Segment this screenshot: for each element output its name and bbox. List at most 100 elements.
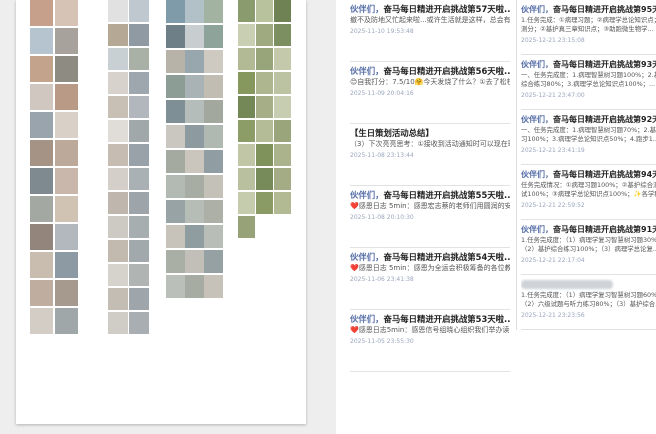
- collage-c-thumbnail[interactable]: [204, 250, 223, 273]
- collage-b-thumbnail[interactable]: [108, 240, 128, 262]
- collage-d-thumbnail[interactable]: [256, 168, 273, 190]
- collage-d-thumbnail[interactable]: [256, 144, 273, 166]
- collage-a-thumbnail[interactable]: [55, 252, 78, 278]
- collage-b-thumbnail[interactable]: [129, 96, 149, 118]
- collage-b-thumbnail[interactable]: [108, 48, 128, 70]
- post-title[interactable]: 伙伴们，奋马每日精进开启挑战第57天啦...: [350, 3, 510, 15]
- post-title[interactable]: 伙伴们，奋马每日精进开启挑战第53天啦...: [350, 313, 510, 325]
- collage-a-thumbnail[interactable]: [55, 308, 78, 334]
- feed-post[interactable]: 1.任务完成度：（1）病理学复习智慧树习题60%； （2）六级试题与听力练习80%…: [521, 275, 656, 330]
- collage-d-thumbnail[interactable]: [274, 72, 291, 94]
- collage-a-thumbnail[interactable]: [30, 112, 53, 138]
- collage-b-thumbnail[interactable]: [129, 240, 149, 262]
- collage-b-thumbnail[interactable]: [129, 192, 149, 214]
- feed-post[interactable]: 伙伴们，奋马每日精进开启挑战第54天啦... ❤️感恩日志 5min：感恩为全运会…: [350, 248, 510, 310]
- collage-c-thumbnail[interactable]: [185, 175, 204, 198]
- collage-b-thumbnail[interactable]: [108, 24, 128, 46]
- collage-d-thumbnail[interactable]: [238, 96, 255, 118]
- collage-c-thumbnail[interactable]: [166, 250, 185, 273]
- collage-c-thumbnail[interactable]: [185, 150, 204, 173]
- collage-b-thumbnail[interactable]: [108, 168, 128, 190]
- collage-d-thumbnail[interactable]: [238, 24, 255, 46]
- collage-b-thumbnail[interactable]: [129, 48, 149, 70]
- collage-c-thumbnail[interactable]: [166, 125, 185, 148]
- post-title[interactable]: [521, 279, 656, 291]
- collage-c-thumbnail[interactable]: [204, 75, 223, 98]
- collage-b-thumbnail[interactable]: [108, 96, 128, 118]
- collage-d-thumbnail[interactable]: [274, 48, 291, 70]
- collage-a-thumbnail[interactable]: [30, 280, 53, 306]
- collage-d-thumbnail[interactable]: [238, 192, 255, 214]
- collage-b-thumbnail[interactable]: [129, 312, 149, 334]
- collage-d-thumbnail[interactable]: [274, 192, 291, 214]
- collage-d-thumbnail[interactable]: [256, 72, 273, 94]
- feed-post[interactable]: 伙伴们，奋马每日精进开启挑战第91天啦...1.任务完成度：（1）病理学复习智慧…: [521, 220, 656, 275]
- collage-c-thumbnail[interactable]: [204, 225, 223, 248]
- collage-b-thumbnail[interactable]: [108, 0, 128, 22]
- collage-c-thumbnail[interactable]: [185, 275, 204, 298]
- feed-post[interactable]: 伙伴们，奋马每日精进开启挑战第92天啦...一、任务完成度：1.病理智慧树习题7…: [521, 110, 656, 165]
- collage-a-thumbnail[interactable]: [30, 140, 53, 166]
- collage-c-thumbnail[interactable]: [166, 50, 185, 73]
- feed-post[interactable]: 伙伴们，奋马每日精进开启挑战第93天啦...一、任务完成度：1.病理智慧树习题1…: [521, 55, 656, 110]
- feed-post[interactable]: 伙伴们，奋马每日精进开启挑战第53天啦... ❤️感恩日志5min：感恩信号组晓心…: [350, 310, 510, 372]
- collage-c-thumbnail[interactable]: [166, 200, 185, 223]
- post-title[interactable]: 伙伴们，奋马每日精进开启挑战第56天啦...: [350, 65, 510, 77]
- collage-d-thumbnail[interactable]: [238, 216, 255, 238]
- post-title[interactable]: 伙伴们，奋马每日精进开启挑战第94天啦...: [521, 169, 656, 181]
- collage-a-thumbnail[interactable]: [55, 140, 78, 166]
- collage-a-thumbnail[interactable]: [30, 168, 53, 194]
- feed-post[interactable]: 伙伴们，奋马每日精进开启挑战第57天啦... 撤不及防地又忙起来啦...或许生活就…: [350, 0, 510, 62]
- feed-post[interactable]: 伙伴们，奋马每日精进开启挑战第95天啦...1.任务完成：①病理习题；②病理学总…: [521, 0, 656, 55]
- collage-b-thumbnail[interactable]: [129, 288, 149, 310]
- collage-c-thumbnail[interactable]: [166, 150, 185, 173]
- collage-b-thumbnail[interactable]: [108, 144, 128, 166]
- collage-a-thumbnail[interactable]: [55, 224, 78, 250]
- collage-a-thumbnail[interactable]: [55, 196, 78, 222]
- collage-d-thumbnail[interactable]: [274, 168, 291, 190]
- collage-b-thumbnail[interactable]: [129, 120, 149, 142]
- post-title[interactable]: 伙伴们，奋马每日精进开启挑战第95天啦...: [521, 4, 656, 16]
- collage-d-thumbnail[interactable]: [238, 120, 255, 142]
- collage-c-thumbnail[interactable]: [204, 275, 223, 298]
- collage-c-thumbnail[interactable]: [204, 0, 223, 23]
- collage-c-thumbnail[interactable]: [185, 125, 204, 148]
- collage-a-thumbnail[interactable]: [55, 28, 78, 54]
- collage-d-thumbnail[interactable]: [274, 96, 291, 118]
- collage-c-thumbnail[interactable]: [166, 100, 185, 123]
- post-title[interactable]: 伙伴们，奋马每日精进开启挑战第93天啦...: [521, 59, 656, 71]
- collage-b-thumbnail[interactable]: [108, 288, 128, 310]
- collage-a-thumbnail[interactable]: [30, 28, 53, 54]
- collage-c-thumbnail[interactable]: [185, 50, 204, 73]
- collage-a-thumbnail[interactable]: [30, 0, 53, 26]
- collage-d-thumbnail[interactable]: [274, 144, 291, 166]
- collage-d-thumbnail[interactable]: [238, 168, 255, 190]
- post-title[interactable]: 【生日策划活动总结】: [350, 127, 510, 139]
- collage-a-thumbnail[interactable]: [30, 56, 53, 82]
- message-feed[interactable]: 伙伴们，奋马每日精进开启挑战第57天啦... 撤不及防地又忙起来啦...或许生活就…: [336, 0, 656, 434]
- collage-b-thumbnail[interactable]: [108, 120, 128, 142]
- collage-c-thumbnail[interactable]: [185, 250, 204, 273]
- collage-b-thumbnail[interactable]: [129, 0, 149, 22]
- collage-c-thumbnail[interactable]: [204, 200, 223, 223]
- feed-post[interactable]: 伙伴们，奋马每日精进开启挑战第55天啦... ❤️感恩日志 5min：感恩宏志蔡的…: [350, 186, 510, 248]
- collage-c-thumbnail[interactable]: [185, 25, 204, 48]
- collage-a-thumbnail[interactable]: [30, 308, 53, 334]
- collage-c-thumbnail[interactable]: [185, 100, 204, 123]
- collage-c-thumbnail[interactable]: [166, 25, 185, 48]
- collage-a-thumbnail[interactable]: [55, 112, 78, 138]
- collage-d-thumbnail[interactable]: [256, 48, 273, 70]
- collage-c-thumbnail[interactable]: [204, 25, 223, 48]
- collage-b-thumbnail[interactable]: [129, 216, 149, 238]
- collage-a-thumbnail[interactable]: [30, 224, 53, 250]
- collage-d-thumbnail[interactable]: [238, 0, 255, 22]
- feed-column-right[interactable]: 伙伴们，奋马每日精进开启挑战第95天啦...1.任务完成：①病理习题；②病理学总…: [516, 0, 656, 330]
- collage-d-thumbnail[interactable]: [256, 192, 273, 214]
- collage-d-thumbnail[interactable]: [256, 24, 273, 46]
- collage-a-thumbnail[interactable]: [30, 196, 53, 222]
- collage-c-thumbnail[interactable]: [204, 50, 223, 73]
- collage-b-thumbnail[interactable]: [129, 144, 149, 166]
- collage-d-thumbnail[interactable]: [274, 0, 291, 22]
- collage-c-thumbnail[interactable]: [185, 75, 204, 98]
- collage-a-thumbnail[interactable]: [30, 84, 53, 110]
